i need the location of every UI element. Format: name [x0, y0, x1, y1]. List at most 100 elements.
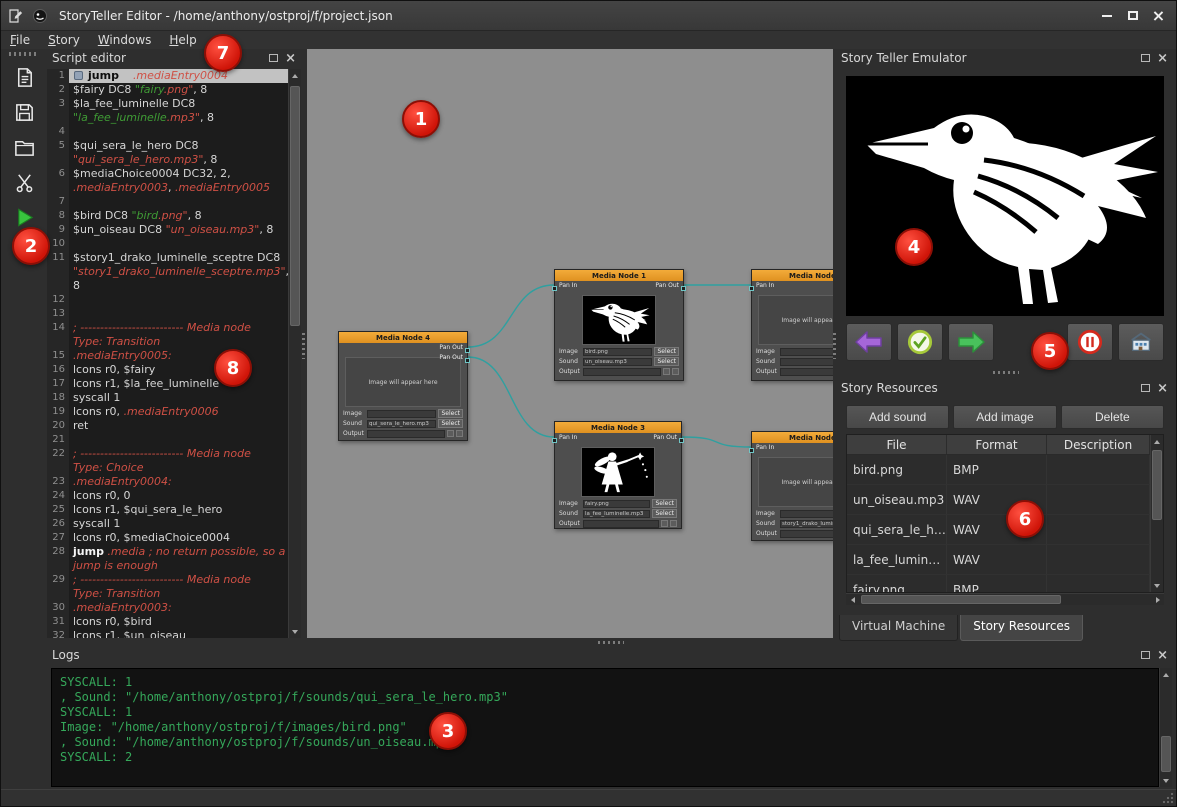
script-editor-content[interactable]: 1jump .mediaEntry00042$fairy DC8 "fairy.…	[47, 69, 288, 638]
add-sound-button[interactable]: Add sound	[846, 405, 949, 429]
scrollbar-thumb[interactable]	[861, 595, 1061, 604]
port-dot[interactable]	[749, 286, 754, 291]
close-panel-icon[interactable]: ×	[285, 52, 296, 65]
script-editor-header[interactable]: Script editor ×	[47, 49, 301, 67]
node-field-value[interactable]: bird.png	[583, 348, 652, 356]
float-panel-icon[interactable]	[1141, 384, 1150, 392]
splitter-handle[interactable]	[598, 641, 624, 644]
scroll-right-button[interactable]	[1151, 594, 1164, 605]
toolbar-open-button[interactable]	[7, 132, 41, 162]
node-select-button[interactable]: Select	[438, 409, 463, 418]
script-editor-scrollbar[interactable]	[288, 69, 301, 638]
node-field-value[interactable]	[780, 368, 833, 376]
column-header-file[interactable]: File	[847, 435, 947, 454]
node-field-icon[interactable]	[670, 520, 677, 527]
float-panel-icon[interactable]	[1141, 54, 1150, 62]
scrollbar-track[interactable]	[1151, 448, 1163, 579]
node-field-value[interactable]: story1_drako_luminelle_sceptre.mp3	[780, 520, 833, 528]
table-row[interactable]: qui_sera_le_hero.mp3WAV	[847, 515, 1163, 545]
port-dot[interactable]	[552, 438, 557, 443]
tab-story-resources[interactable]: Story Resources	[960, 615, 1083, 641]
node-field-value[interactable]	[780, 348, 833, 356]
graph-node[interactable]: Media Node 2Pan InImage will appear here…	[751, 431, 833, 541]
table-vertical-scrollbar[interactable]	[1150, 435, 1163, 592]
next-button[interactable]	[948, 323, 994, 361]
port-dot[interactable]	[679, 438, 684, 443]
table-row[interactable]: fairy.pngBMP	[847, 575, 1163, 593]
add-image-button[interactable]: Add image	[953, 405, 1056, 429]
node-field-value[interactable]	[780, 358, 833, 366]
node-title-bar[interactable]: Media Node 1	[555, 270, 683, 281]
node-select-button[interactable]: Select	[652, 509, 677, 518]
close-panel-icon[interactable]: ×	[1157, 382, 1168, 395]
menu-item-file[interactable]: File	[1, 32, 39, 48]
node-select-button[interactable]: Select	[654, 357, 679, 366]
previous-button[interactable]	[846, 323, 892, 361]
scroll-down-button[interactable]	[289, 625, 301, 638]
toolbar-drag-handle[interactable]	[9, 52, 39, 56]
node-field-value[interactable]: fairy.png	[583, 500, 650, 508]
close-panel-icon[interactable]: ×	[1157, 52, 1168, 65]
scrollbar-thumb[interactable]	[290, 86, 300, 326]
scrollbar-thumb[interactable]	[1152, 450, 1162, 520]
port-dot[interactable]	[552, 286, 557, 291]
scroll-up-button[interactable]	[1151, 435, 1163, 448]
node-title-bar[interactable]: Media Node 3	[555, 422, 681, 433]
node-field-value[interactable]	[583, 368, 661, 376]
node-field-icon[interactable]	[663, 368, 670, 375]
node-title-bar[interactable]: Media Node 5	[752, 270, 833, 281]
graph-node[interactable]: Media Node 4Pan OutPan OutImage will app…	[338, 331, 468, 441]
node-field-value[interactable]	[780, 510, 833, 518]
node-select-button[interactable]: Select	[438, 419, 463, 428]
title-bar[interactable]: StoryTeller Editor - /home/anthony/ostpr…	[1, 1, 1176, 31]
float-panel-icon[interactable]	[1141, 651, 1150, 659]
node-canvas[interactable]: Media Node 4Pan OutPan OutImage will app…	[307, 49, 833, 638]
home-button[interactable]	[1118, 323, 1164, 361]
node-select-button[interactable]: Select	[652, 499, 677, 508]
menu-item-story[interactable]: Story	[39, 32, 89, 48]
toolbar-cut-button[interactable]	[7, 167, 41, 197]
table-row[interactable]: un_oiseau.mp3WAV	[847, 485, 1163, 515]
graph-node[interactable]: Media Node 5Pan InImage will appear here…	[751, 269, 833, 381]
splitter-handle[interactable]	[302, 333, 305, 359]
scrollbar-track[interactable]	[289, 82, 301, 625]
node-field-icon[interactable]	[456, 430, 463, 437]
logs-scrollbar[interactable]	[1159, 668, 1172, 787]
port-dot[interactable]	[749, 448, 754, 453]
graph-node[interactable]: Media Node 3Pan InPan OutImagefairy.pngS…	[554, 421, 682, 529]
validate-button[interactable]	[897, 323, 943, 361]
menu-item-windows[interactable]: Windows	[89, 32, 161, 48]
column-header-format[interactable]: Format	[947, 435, 1047, 454]
scroll-left-button[interactable]	[846, 594, 859, 605]
toolbar-save-button[interactable]	[7, 97, 41, 127]
node-field-value[interactable]: qui_sera_le_hero.mp3	[367, 420, 436, 428]
node-field-value[interactable]	[367, 430, 445, 438]
tab-virtual-machine[interactable]: Virtual Machine	[839, 615, 958, 641]
node-field-value[interactable]: la_fee_luminelle.mp3	[583, 510, 650, 518]
minimize-button[interactable]	[1095, 6, 1118, 26]
resources-header[interactable]: Story Resources ×	[836, 379, 1173, 397]
resize-grip[interactable]	[1161, 791, 1174, 804]
scrollbar-thumb[interactable]	[1161, 736, 1171, 772]
toolbar-new-script-button[interactable]	[7, 62, 41, 92]
node-title-bar[interactable]: Media Node 4	[339, 332, 467, 343]
logs-header[interactable]: Logs ×	[47, 646, 1173, 664]
pause-button[interactable]	[1067, 323, 1113, 361]
node-field-value[interactable]	[583, 520, 659, 528]
scroll-down-button[interactable]	[1151, 579, 1163, 592]
node-field-icon[interactable]	[661, 520, 668, 527]
float-panel-icon[interactable]	[269, 54, 278, 62]
scrollbar-track[interactable]	[1160, 681, 1172, 774]
port-dot[interactable]	[681, 286, 686, 291]
port-dot[interactable]	[465, 348, 470, 353]
node-field-value[interactable]: un_oiseau.mp3	[583, 358, 652, 366]
splitter-handle[interactable]	[833, 333, 836, 359]
scroll-up-button[interactable]	[289, 69, 301, 82]
scroll-down-button[interactable]	[1160, 774, 1172, 787]
node-select-button[interactable]: Select	[654, 347, 679, 356]
table-row[interactable]: bird.pngBMP	[847, 455, 1163, 485]
graph-node[interactable]: Media Node 1Pan InPan OutImagebird.pngSe…	[554, 269, 684, 381]
maximize-button[interactable]	[1121, 6, 1144, 26]
column-header-description[interactable]: Description	[1047, 435, 1150, 454]
splitter-handle[interactable]	[993, 371, 1019, 374]
